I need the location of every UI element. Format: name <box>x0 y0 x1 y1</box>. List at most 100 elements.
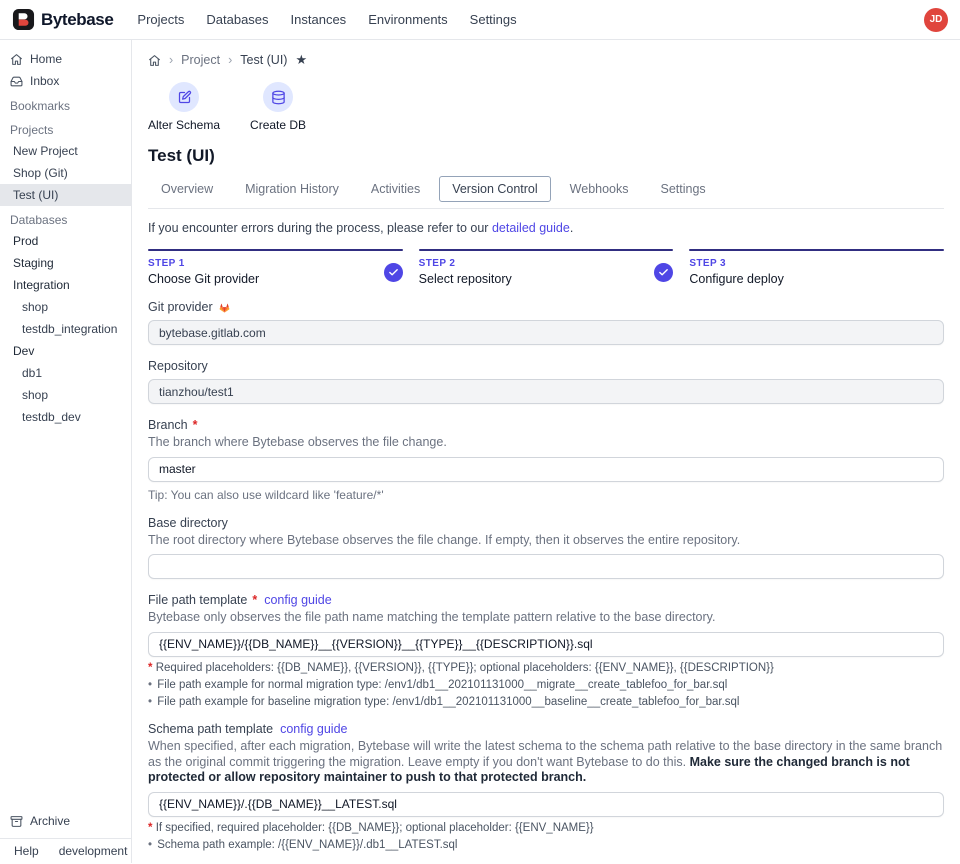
branch-input[interactable] <box>148 457 944 482</box>
sidebar-db-shop-dev[interactable]: shop <box>0 384 131 406</box>
breadcrumb-current[interactable]: Test (UI) <box>240 53 287 67</box>
tab-webhooks[interactable]: Webhooks <box>557 176 642 202</box>
schema-path-template-group: Schema path template config guide When s… <box>148 722 944 851</box>
sidebar-item-home[interactable]: Home <box>0 48 131 70</box>
sidebar-item-new-project[interactable]: New Project <box>0 140 131 162</box>
database-icon <box>263 82 293 112</box>
sidebar-db-testdb-dev[interactable]: testdb_dev <box>0 406 131 428</box>
file-path-example-normal: • File path example for normal migration… <box>148 679 944 691</box>
file-path-template-input[interactable] <box>148 632 944 657</box>
step-1[interactable]: STEP 1 Choose Git provider <box>148 249 403 286</box>
file-path-template-helper: Bytebase only observes the file path nam… <box>148 610 944 626</box>
sidebar-db-testdb-integration[interactable]: testdb_integration <box>0 318 131 340</box>
sidebar-env-prod[interactable]: Prod <box>0 230 131 252</box>
tab-settings[interactable]: Settings <box>648 176 719 202</box>
quick-action-create-db[interactable]: Create DB <box>250 82 306 132</box>
config-guide-link[interactable]: config guide <box>264 593 331 607</box>
config-guide-link[interactable]: config guide <box>280 722 347 736</box>
file-path-example-baseline: • File path example for baseline migrati… <box>148 696 944 708</box>
file-path-template-label: File path template <box>148 593 247 607</box>
schema-path-required-note: * If specified, required placeholder: {{… <box>148 822 944 834</box>
sidebar-item-shop-git[interactable]: Shop (Git) <box>0 162 131 184</box>
error-note: If you encounter errors during the proce… <box>148 221 944 235</box>
git-provider-input <box>148 320 944 345</box>
branch-label: Branch <box>148 418 188 432</box>
top-navbar: Bytebase Projects Databases Instances En… <box>0 0 960 40</box>
brand-name: Bytebase <box>41 10 113 30</box>
sidebar-item-test-ui[interactable]: Test (UI) <box>0 184 131 206</box>
step-2[interactable]: STEP 2 Select repository <box>419 249 674 286</box>
sidebar-item-inbox[interactable]: Inbox <box>0 70 131 92</box>
breadcrumb-project[interactable]: Project <box>181 53 220 67</box>
sidebar-section-projects: Projects <box>0 116 131 140</box>
breadcrumb-separator: › <box>169 53 173 67</box>
base-directory-helper: The root directory where Bytebase observ… <box>148 533 944 549</box>
check-icon <box>654 263 673 282</box>
home-icon[interactable] <box>148 54 161 67</box>
base-directory-group: Base directory The root directory where … <box>148 516 944 580</box>
detailed-guide-link[interactable]: detailed guide <box>492 221 570 235</box>
tab-overview[interactable]: Overview <box>148 176 226 202</box>
tab-version-control[interactable]: Version Control <box>439 176 550 202</box>
repository-group: Repository <box>148 359 944 404</box>
nav-environments[interactable]: Environments <box>368 12 447 27</box>
bullet-marker: • <box>148 839 152 851</box>
required-marker: * <box>148 822 152 834</box>
required-marker: * <box>252 593 257 607</box>
required-marker: * <box>193 418 198 432</box>
base-directory-input[interactable] <box>148 554 944 579</box>
bullet-marker: • <box>148 679 152 691</box>
sidebar: Home Inbox Bookmarks Projects New Projec… <box>0 40 132 863</box>
home-icon <box>10 53 23 66</box>
breadcrumb-separator: › <box>228 53 232 67</box>
step-3[interactable]: STEP 3 Configure deploy <box>689 249 944 286</box>
breadcrumb: › Project › Test (UI) ★ <box>148 50 944 70</box>
sidebar-db-db1[interactable]: db1 <box>0 362 131 384</box>
branch-tip: Tip: You can also use wildcard like 'fea… <box>148 488 944 502</box>
version-control-panel: If you encounter errors during the proce… <box>148 209 944 863</box>
step-name: Choose Git provider <box>148 272 259 286</box>
quick-actions: Alter Schema Create DB <box>148 82 944 132</box>
sidebar-section-databases: Databases <box>0 206 131 230</box>
sidebar-db-shop-integration[interactable]: shop <box>0 296 131 318</box>
repository-input <box>148 379 944 404</box>
schema-path-example: • Schema path example: /{{ENV_NAME}}/.db… <box>148 839 944 851</box>
sidebar-item-archive[interactable]: Archive <box>0 810 131 832</box>
branch-helper: The branch where Bytebase observes the f… <box>148 435 944 451</box>
repository-label: Repository <box>148 359 208 373</box>
help-label[interactable]: Help <box>14 844 39 858</box>
nav-projects[interactable]: Projects <box>137 12 184 27</box>
nav-settings[interactable]: Settings <box>470 12 517 27</box>
brand[interactable]: Bytebase <box>12 8 113 31</box>
quick-action-label: Create DB <box>250 118 306 132</box>
nav-instances[interactable]: Instances <box>291 12 347 27</box>
step-label: STEP 2 <box>419 258 512 269</box>
file-path-template-group: File path template * config guide Byteba… <box>148 593 944 708</box>
schema-path-template-input[interactable] <box>148 792 944 817</box>
sidebar-item-label: Inbox <box>30 74 59 88</box>
main-content: › Project › Test (UI) ★ Alter Schema Cre… <box>132 40 960 863</box>
git-provider-group: Git provider <box>148 300 944 345</box>
sidebar-section-bookmarks[interactable]: Bookmarks <box>0 92 131 116</box>
step-label: STEP 3 <box>689 258 784 269</box>
file-path-required-note: * Required placeholders: {{DB_NAME}}, {{… <box>148 662 944 674</box>
base-directory-label: Base directory <box>148 516 228 530</box>
check-icon <box>384 263 403 282</box>
sidebar-env-dev[interactable]: Dev <box>0 340 131 362</box>
nav-databases[interactable]: Databases <box>206 12 268 27</box>
pencil-square-icon <box>169 82 199 112</box>
main-nav: Projects Databases Instances Environment… <box>137 12 516 27</box>
sidebar-env-staging[interactable]: Staging <box>0 252 131 274</box>
branch-group: Branch * The branch where Bytebase obser… <box>148 418 944 502</box>
tab-activities[interactable]: Activities <box>358 176 433 202</box>
user-avatar[interactable]: JD <box>924 8 948 32</box>
quick-action-alter-schema[interactable]: Alter Schema <box>148 82 220 132</box>
release-channel-label: development <box>59 844 128 858</box>
favorite-star-icon[interactable]: ★ <box>295 52 307 68</box>
tab-migration-history[interactable]: Migration History <box>232 176 352 202</box>
bullet-marker: • <box>148 696 152 708</box>
git-provider-label: Git provider <box>148 300 213 314</box>
sidebar-footer: Help development <box>0 838 131 863</box>
sidebar-item-label: Archive <box>30 814 70 828</box>
sidebar-env-integration[interactable]: Integration <box>0 274 131 296</box>
